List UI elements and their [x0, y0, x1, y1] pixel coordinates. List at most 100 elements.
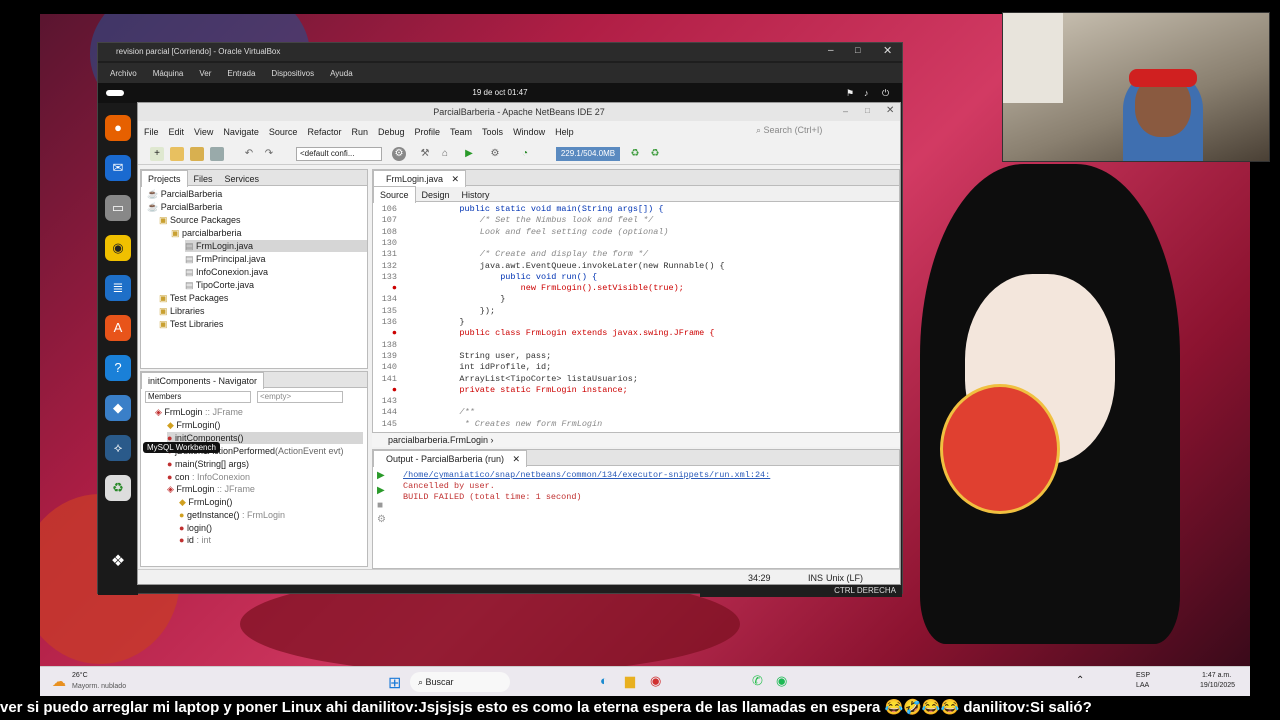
explorer-icon[interactable]: ▆ [625, 673, 635, 689]
gc2-icon[interactable]: ♻ [648, 147, 662, 161]
tree-node[interactable]: ▤ TipoCorte.java [185, 279, 254, 291]
undo-icon[interactable]: ↶ [242, 147, 256, 161]
nav-item[interactable]: ◆ FrmLogin() [167, 419, 220, 431]
new-project-icon[interactable] [170, 147, 184, 161]
network-icon[interactable]: ⚑ [846, 83, 854, 103]
help-icon[interactable]: ? [105, 355, 131, 381]
tree-node[interactable]: ▣ Test Libraries [159, 318, 223, 330]
debug-icon[interactable]: ⚙ [488, 147, 502, 161]
menu-edit[interactable]: Edit [165, 123, 189, 141]
menu-window[interactable]: Window [509, 123, 549, 141]
build-icon[interactable]: ⌂ [438, 147, 452, 161]
nb-close-icon[interactable]: ✕ [886, 105, 894, 116]
nav-item[interactable]: ● id : int [179, 534, 211, 546]
subtab-design[interactable]: Design [416, 187, 456, 203]
subtab-source[interactable]: Source [373, 186, 416, 203]
tree-node[interactable]: ▤ FrmPrincipal.java [185, 253, 266, 265]
rerun-icon[interactable]: ▶ [377, 470, 385, 481]
nb-maximize-icon[interactable]: □ [865, 106, 870, 115]
menu-debug[interactable]: Debug [374, 123, 409, 141]
menu-view[interactable]: View [190, 123, 217, 141]
config-settings-icon[interactable]: ⚙ [392, 147, 406, 161]
menu-ayuda[interactable]: Ayuda [326, 63, 357, 85]
tree-node[interactable]: ▣ Libraries [159, 305, 205, 317]
menu-run[interactable]: Run [347, 123, 372, 141]
tree-node[interactable]: ▣ parcialbarberia [171, 227, 242, 239]
run-icon[interactable]: ▶ [462, 147, 476, 161]
config-select[interactable]: <default confi... [296, 147, 382, 161]
thunderbird-icon[interactable]: ✉ [105, 155, 131, 181]
power-icon[interactable]: ⏻ [882, 83, 889, 103]
nav-item[interactable]: ● getInstance() : FrmLogin [179, 509, 285, 521]
lang-2[interactable]: LAA [1136, 682, 1149, 689]
nav-item[interactable]: ◆ FrmLogin() [179, 496, 232, 508]
rhythmbox-icon[interactable]: ◉ [105, 235, 131, 261]
search-field[interactable]: ⌕ Search (Ctrl+I) [756, 125, 886, 139]
tree-node[interactable]: ☕ ParcialBarberia [147, 188, 222, 200]
show-apps-icon[interactable]: ❖ [105, 549, 131, 575]
files-icon[interactable]: ▭ [105, 195, 131, 221]
menu-navigate[interactable]: Navigate [219, 123, 263, 141]
nav-item[interactable]: ● con : InfoConexion [167, 471, 250, 483]
gc-icon[interactable]: ♻ [628, 147, 642, 161]
clean-build-icon[interactable]: ⚒ [418, 147, 432, 161]
tree-node[interactable]: ▣ Source Packages [159, 214, 241, 226]
software-icon[interactable]: A [105, 315, 131, 341]
firefox-icon[interactable]: ● [105, 115, 131, 141]
close-icon[interactable]: ✕ [883, 44, 892, 57]
nav-item[interactable]: ◈ FrmLogin :: JFrame [167, 483, 255, 495]
gnome-clock[interactable]: 19 de oct 01:47 [472, 88, 527, 97]
menu-help[interactable]: Help [551, 123, 578, 141]
start-icon[interactable]: ⊞ [388, 673, 401, 693]
writer-icon[interactable]: ≣ [105, 275, 131, 301]
members-select[interactable]: Members [145, 391, 251, 403]
tree-node-selected[interactable]: ▤ FrmLogin.java [185, 240, 367, 252]
chevron-up-icon[interactable]: ⌃ [1076, 675, 1084, 686]
tab-files[interactable]: Files [188, 171, 219, 187]
tab-frmlogin[interactable]: FrmLogin.java ✕ [373, 170, 467, 187]
redo-icon[interactable]: ↷ [262, 147, 276, 161]
menu-source[interactable]: Source [265, 123, 302, 141]
new-file-icon[interactable]: + [150, 147, 164, 161]
maximize-icon[interactable]: □ [855, 45, 860, 55]
menu-file[interactable]: File [140, 123, 163, 141]
spotify-icon[interactable]: ◉ [776, 673, 787, 689]
clock-date[interactable]: 19/10/2025 [1200, 682, 1235, 689]
tree-node[interactable]: ▣ Test Packages [159, 292, 228, 304]
mysql-workbench-icon[interactable]: ⟡ [105, 435, 131, 461]
rerun-debug-icon[interactable]: ▶ [377, 485, 385, 496]
chrome-icon[interactable]: ◉ [650, 673, 661, 689]
save-all-icon[interactable] [210, 147, 224, 161]
menu-profile[interactable]: Profile [411, 123, 445, 141]
navigator-title[interactable]: initComponents - Navigator [141, 372, 265, 389]
taskbar-search[interactable]: ⌕ Buscar [410, 672, 510, 692]
volume-icon[interactable]: ♪ [864, 83, 869, 103]
activities-indicator[interactable] [106, 90, 124, 96]
menu-refactor[interactable]: Refactor [303, 123, 345, 141]
virtualbox-icon[interactable]: ◆ [105, 395, 131, 421]
nb-minimize-icon[interactable]: – [843, 106, 848, 116]
menu-tools[interactable]: Tools [478, 123, 507, 141]
whatsapp-icon[interactable]: ✆ [752, 673, 763, 689]
menu-entrada[interactable]: Entrada [223, 63, 259, 85]
tree-node[interactable]: ☕ ParcialBarberia [147, 201, 222, 213]
output-link[interactable]: /home/cymaniatico/snap/netbeans/common/1… [403, 470, 770, 481]
menu-archivo[interactable]: Archivo [106, 63, 141, 85]
menu-maquina[interactable]: Máquina [149, 63, 188, 85]
clock-time[interactable]: 1:47 a.m. [1202, 672, 1231, 679]
menu-ver[interactable]: Ver [195, 63, 215, 85]
menu-team[interactable]: Team [446, 123, 476, 141]
profile-icon[interactable]: ◔ [518, 147, 532, 161]
menu-dispositivos[interactable]: Dispositivos [267, 63, 318, 85]
weather-icon[interactable]: ☁ [52, 673, 66, 690]
tab-projects[interactable]: Projects [141, 170, 188, 187]
empty-select[interactable]: <empty> [257, 391, 343, 403]
nav-item[interactable]: ● main(String[] args) [167, 458, 249, 470]
minimize-icon[interactable]: – [828, 45, 834, 56]
tab-services[interactable]: Services [219, 171, 266, 187]
tree-node[interactable]: ▤ InfoConexion.java [185, 266, 268, 278]
subtab-history[interactable]: History [456, 187, 496, 203]
stop-icon[interactable]: ■ [377, 500, 383, 511]
trash-icon[interactable]: ♻ [105, 475, 131, 501]
settings-icon[interactable]: ⚙ [377, 514, 386, 525]
